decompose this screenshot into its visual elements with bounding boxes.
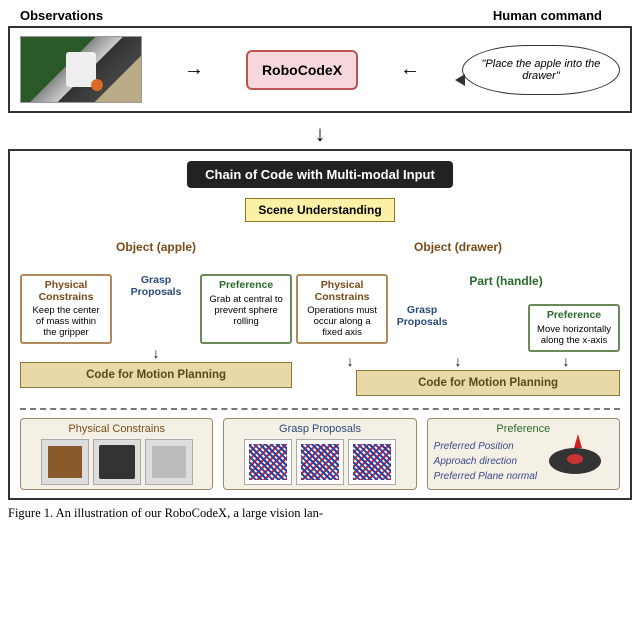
arrow-left-icon: ← (400, 58, 420, 81)
preference-list: Preferred Position Approach direction Pr… (434, 439, 537, 484)
main-panel: Chain of Code with Multi-modal Input Sce… (8, 149, 632, 500)
arrow-down-icon: ↓ (455, 354, 462, 368)
object-drawer-label: Object (drawer) (414, 240, 502, 254)
scene-understanding-box: Scene Understanding (245, 198, 394, 222)
apple-preference-box: Preference Grab at central to prevent sp… (200, 274, 292, 344)
drawer-preference-title: Preference (536, 310, 612, 322)
pref-item: Preferred Plane normal (434, 469, 537, 484)
dashed-separator (20, 408, 620, 410)
apple-physical-title: Physical Constrains (28, 280, 104, 303)
pref-item: Preferred Position (434, 439, 537, 454)
grasp-thumb-1 (244, 439, 292, 485)
bin-thumb (93, 439, 141, 485)
apple-preference-text: Grab at central to prevent sphere rollin… (208, 294, 284, 327)
bottom-panels-row: Physical Constrains Grasp Proposals Pref… (20, 418, 620, 490)
apple-code-box: Code for Motion Planning (20, 362, 292, 388)
system-name-box: RoboCodeX (246, 50, 358, 90)
object-apple-label: Object (apple) (116, 240, 196, 254)
arrow-right-icon: → (184, 58, 204, 81)
chain-title: Chain of Code with Multi-modal Input (187, 161, 453, 188)
box-thumb (41, 439, 89, 485)
observations-label: Observations (20, 8, 103, 23)
preference-panel: Preference Preferred Position Approach d… (427, 418, 620, 490)
physical-panel-title: Physical Constrains (27, 423, 206, 435)
observation-image (20, 36, 142, 103)
arrow-down-icon: ↓ (20, 346, 292, 360)
human-command-label: Human command (493, 8, 602, 23)
drawer-grasp-title: Grasp Proposals (392, 304, 452, 328)
disc-illustration (549, 448, 601, 474)
drawer-preference-box: Preference Move horizontally along the x… (528, 304, 620, 352)
grasp-proposals-panel: Grasp Proposals (223, 418, 416, 490)
drawer-physical-title: Physical Constrains (304, 280, 380, 303)
drawer-physical-text: Operations must occur along a fixed axis (304, 305, 380, 338)
preference-panel-title: Preference (434, 423, 613, 435)
top-panel: → RoboCodeX ← "Place the apple into the … (8, 26, 632, 113)
apple-preference-title: Preference (208, 280, 284, 292)
grasp-thumb-3 (348, 439, 396, 485)
grasp-panel-title: Grasp Proposals (230, 423, 409, 435)
drawer-physical-constrains-box: Physical Constrains Operations must occu… (296, 274, 388, 344)
pref-item: Approach direction (434, 454, 537, 469)
physical-constrains-panel: Physical Constrains (20, 418, 213, 490)
human-command-speech: "Place the apple into the drawer" (462, 45, 620, 95)
apple-grasp-title: Grasp Proposals (126, 274, 186, 298)
figure-caption: Figure 1. An illustration of our RoboCod… (8, 506, 632, 521)
part-handle-label: Part (handle) (469, 274, 542, 288)
grasp-thumb-2 (296, 439, 344, 485)
arrow-down-icon: ↓ (8, 121, 632, 147)
crate-thumb (145, 439, 193, 485)
drawer-code-box: Code for Motion Planning (356, 370, 620, 396)
arrow-down-icon: ↓ (563, 354, 570, 368)
arrow-down-icon: ↓ (347, 354, 354, 368)
apple-physical-constrains-box: Physical Constrains Keep the center of m… (20, 274, 112, 344)
drawer-preference-text: Move horizontally along the x-axis (536, 324, 612, 346)
apple-physical-text: Keep the center of mass within the gripp… (28, 305, 104, 338)
